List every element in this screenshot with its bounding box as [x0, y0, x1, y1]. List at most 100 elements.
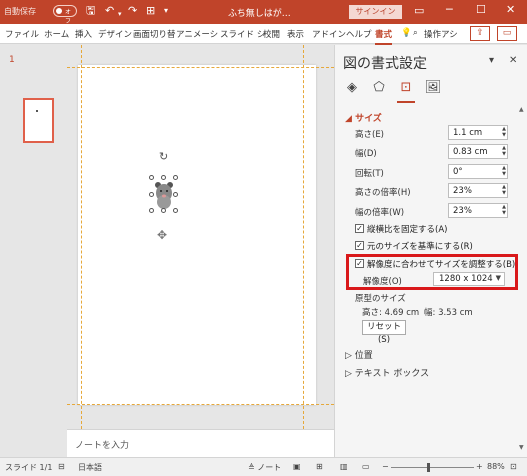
- slide-canvas[interactable]: [78, 65, 316, 405]
- checkmark-icon[interactable]: ✓: [355, 224, 364, 233]
- slide-thumbnail[interactable]: [23, 98, 54, 143]
- resolution-select[interactable]: 1280 x 1024 ▼: [433, 272, 505, 286]
- notes-area[interactable]: ノートを入力: [67, 429, 334, 457]
- active-tab-underline: [397, 101, 415, 103]
- spin-arrows-icon[interactable]: ▲ ▼: [502, 184, 506, 196]
- redo-icon[interactable]: ↷: [128, 5, 137, 17]
- tab-transitions[interactable]: 画面切り替: [133, 28, 176, 40]
- reading-view-icon[interactable]: ▥: [340, 462, 348, 471]
- pane-scrollbar[interactable]: ▲ ▼: [519, 106, 525, 451]
- save-icon[interactable]: 🖫: [86, 5, 95, 17]
- tell-me-search[interactable]: 操作アシ: [424, 28, 458, 40]
- guide-horizontal-bottom[interactable]: [67, 404, 334, 405]
- tab-file[interactable]: ファイル: [5, 28, 39, 40]
- format-picture-pane: 図の書式設定 ▾ ✕ ◈ ⬠ ⊡ 🖼 ▲ ▼ ◢ サイズ 高さ(E) 1.1 c…: [334, 45, 527, 457]
- fill-line-icon[interactable]: ◈: [343, 79, 361, 97]
- move-handle-icon[interactable]: ✥: [157, 228, 167, 242]
- resize-handle[interactable]: [149, 208, 154, 213]
- resolution-value: 1280 x 1024: [439, 274, 493, 284]
- selected-picture[interactable]: [149, 175, 178, 213]
- signin-button[interactable]: サインイン: [349, 5, 402, 19]
- resize-handle[interactable]: [161, 208, 166, 213]
- height-label: 高さ(E): [355, 130, 385, 140]
- height-spinner[interactable]: 1.1 cm ▲ ▼: [448, 125, 508, 140]
- autosave-toggle[interactable]: オフ: [53, 5, 77, 25]
- rotation-spinner[interactable]: 0° ▲ ▼: [448, 164, 508, 179]
- position-section-header[interactable]: ▷ 位置: [345, 348, 373, 361]
- zoom-in-icon[interactable]: +: [476, 462, 483, 471]
- effects-icon[interactable]: ⬠: [370, 79, 388, 97]
- spellcheck-icon[interactable]: ⊟: [58, 462, 65, 471]
- spin-arrows-icon[interactable]: ▲ ▼: [502, 204, 506, 216]
- guide-horizontal-top[interactable]: [67, 67, 334, 68]
- tab-animations[interactable]: アニメーシ: [176, 28, 218, 40]
- scale-height-value: 23%: [453, 186, 472, 196]
- tab-slideshow[interactable]: スライド シ: [220, 28, 265, 40]
- pane-options-icon[interactable]: ▾: [489, 55, 494, 66]
- scale-width-spinner[interactable]: 23% ▲ ▼: [448, 203, 508, 218]
- undo-icon[interactable]: ↶: [105, 5, 114, 17]
- reset-button[interactable]: リセット(S): [362, 320, 406, 345]
- resize-handle[interactable]: [173, 192, 178, 197]
- customize-qat-icon[interactable]: ▾: [164, 5, 168, 17]
- slide-sorter-icon[interactable]: ⊞: [316, 462, 323, 471]
- resize-handle[interactable]: [173, 208, 178, 213]
- notes-toggle[interactable]: ≜ ノート: [248, 462, 281, 473]
- scroll-down-icon[interactable]: ▼: [519, 444, 524, 451]
- tab-home[interactable]: ホーム: [44, 28, 69, 40]
- resize-handle[interactable]: [149, 175, 154, 180]
- undo-dropdown-icon[interactable]: ▾: [118, 8, 122, 20]
- tab-insert[interactable]: 挿入: [75, 28, 92, 40]
- resize-handle[interactable]: [149, 192, 154, 197]
- width-value: 0.83 cm: [453, 147, 488, 157]
- resize-handle[interactable]: [161, 175, 166, 180]
- size-properties-icon[interactable]: ⊡: [397, 79, 415, 97]
- minimize-button[interactable]: ─: [446, 3, 453, 16]
- spin-arrows-icon[interactable]: ▲ ▼: [502, 126, 506, 138]
- zoom-out-icon[interactable]: −: [382, 462, 389, 471]
- width-spinner[interactable]: 0.83 cm ▲ ▼: [448, 144, 508, 159]
- restore-button[interactable]: ☐: [476, 3, 486, 16]
- zoom-level[interactable]: 88%: [487, 462, 505, 471]
- textbox-section-header[interactable]: ▷ テキスト ボックス: [345, 366, 429, 379]
- pane-close-icon[interactable]: ✕: [509, 55, 517, 66]
- pane-title: 図の書式設定: [343, 56, 427, 72]
- tab-addins[interactable]: アドイン: [312, 28, 346, 40]
- language[interactable]: 日本語: [78, 462, 102, 473]
- guide-vertical-left[interactable]: [81, 45, 82, 429]
- spin-arrows-icon[interactable]: ▲ ▼: [502, 145, 506, 157]
- checkmark-icon[interactable]: ✓: [355, 259, 364, 268]
- fit-to-window-icon[interactable]: ⊡: [510, 462, 517, 471]
- tab-format[interactable]: 書式: [375, 28, 393, 45]
- guide-vertical-right[interactable]: [303, 45, 304, 429]
- close-button[interactable]: ✕: [506, 3, 515, 16]
- zoom-slider[interactable]: [391, 467, 474, 468]
- normal-view-icon[interactable]: ▣: [293, 462, 301, 471]
- slide-info: スライド 1/1: [5, 463, 53, 472]
- tab-design[interactable]: デザイン: [98, 28, 132, 40]
- title-bar: 自動保存 オフ 🖫 ↶ ▾ ↷ ⊞ ▾ ふち無しはが… サインイン ▭ ─ ☐ …: [0, 0, 527, 25]
- scale-height-label: 高さの倍率(H): [355, 188, 411, 198]
- zoom-slider-thumb[interactable]: [427, 463, 430, 472]
- rotate-handle[interactable]: ↻: [159, 150, 168, 163]
- lightbulb-icon[interactable]: 💡: [401, 28, 412, 38]
- rotation-value: 0°: [453, 167, 463, 177]
- slideshow-icon[interactable]: ▭: [362, 462, 370, 471]
- present-icon[interactable]: ⊞: [146, 5, 155, 17]
- comments-button[interactable]: ▭: [497, 26, 517, 41]
- tab-view[interactable]: 表示: [287, 28, 304, 40]
- scroll-up-icon[interactable]: ▲: [519, 106, 524, 113]
- size-section-header[interactable]: ◢ サイズ: [345, 111, 382, 124]
- picture-icon[interactable]: 🖼: [424, 79, 442, 97]
- checkmark-icon[interactable]: ✓: [355, 241, 364, 250]
- share-button[interactable]: ⇪: [470, 26, 490, 41]
- spin-arrows-icon[interactable]: ▲ ▼: [502, 165, 506, 177]
- search-icon[interactable]: ⌕: [413, 28, 418, 38]
- ribbon-display-icon[interactable]: ▭: [414, 5, 424, 17]
- tab-help[interactable]: ヘルプ: [346, 28, 372, 40]
- tab-review[interactable]: 校閲: [263, 28, 280, 40]
- resize-handle[interactable]: [173, 175, 178, 180]
- scale-height-spinner[interactable]: 23% ▲ ▼: [448, 183, 508, 198]
- autosave-label: 自動保存: [4, 7, 36, 16]
- original-height: 高さ: 4.69 cm: [362, 308, 420, 318]
